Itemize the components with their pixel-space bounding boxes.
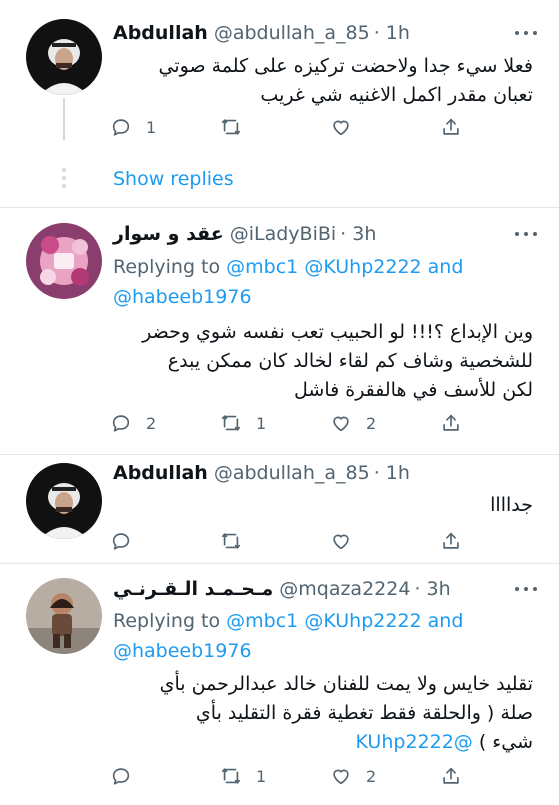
like-icon	[333, 416, 349, 432]
tweet-mqaza2224[interactable]: مـحـمـد الـقـرنـي @mqaza2224 · 3h Replyi…	[0, 564, 559, 805]
like-count: 2	[366, 766, 377, 786]
replying-to-line: Replying to @mbc1 @KUhp2222 and	[113, 606, 539, 636]
tweet-abdullah-1[interactable]: Abdullah @abdullah_a_85 · 1h فعلا سيء جد…	[0, 0, 559, 208]
handle[interactable]: @mqaza2224	[279, 578, 410, 600]
more-replies-dots	[62, 168, 66, 192]
tweet-text-line: لكن للأسف في هالفقرة فاشل	[294, 379, 533, 401]
tweet-header: عقد و سوار @iLadyBiBi · 3h	[113, 221, 539, 247]
tweet-text-line: وين الإبداع ؟!!! لو الحبيب تعب نفسه شوي …	[142, 321, 533, 343]
tweet-header: Abdullah @abdullah_a_85 · 1h	[113, 20, 539, 46]
reply-count: 1	[146, 117, 157, 137]
replying-to-line: Replying to @mbc1 @KUhp2222 and	[113, 252, 539, 282]
avatar[interactable]	[26, 463, 102, 539]
replying-to-mention[interactable]: @habeeb1976	[113, 636, 539, 666]
replying-to: Replying to @mbc1 @KUhp2222 and @habeeb1…	[113, 252, 539, 312]
like-icon	[333, 120, 349, 136]
tweet-iladybibi[interactable]: عقد و سوار @iLadyBiBi · 3h Replying to @…	[0, 208, 559, 455]
reply-icon	[112, 768, 130, 785]
like-icon	[333, 534, 349, 550]
replying-to-label: Replying to	[113, 256, 221, 278]
tweet-header: Abdullah @abdullah_a_85 · 1h	[113, 460, 539, 486]
tweet-text-line: شيء ) @KUhp2222	[112, 728, 533, 757]
show-replies-link[interactable]: Show replies	[113, 168, 234, 190]
reply-button[interactable]: 1	[110, 113, 156, 141]
tweet-text-line: للشخصية وشاف كم لقاء لخالد كان ممكن يبدع	[167, 350, 533, 372]
handle[interactable]: @iLadyBiBi	[230, 223, 336, 245]
timestamp[interactable]: · 1h	[374, 22, 410, 44]
tweet-actions: 2 1 2	[110, 409, 470, 437]
more-icon[interactable]	[515, 230, 537, 238]
display-name[interactable]: Abdullah	[113, 462, 208, 484]
like-button[interactable]: 2	[330, 409, 376, 437]
reply-count: 2	[146, 413, 157, 433]
like-button[interactable]: 2	[330, 762, 376, 790]
tweet-text: وين الإبداع ؟!!! لو الحبيب تعب نفسه شوي …	[112, 318, 533, 405]
timestamp[interactable]: · 3h	[340, 223, 376, 245]
timestamp[interactable]: · 3h	[414, 578, 450, 600]
reply-icon	[112, 415, 130, 432]
tweet-actions: 1	[110, 113, 470, 141]
tweet-abdullah-2[interactable]: Abdullah @abdullah_a_85 · 1h جداااا	[0, 455, 559, 564]
share-icon	[443, 118, 459, 135]
like-button[interactable]	[330, 113, 366, 141]
tweet-actions: 1 2	[110, 762, 470, 790]
handle[interactable]: @abdullah_a_85	[214, 22, 370, 44]
retweet-icon	[221, 415, 241, 431]
more-icon[interactable]	[515, 29, 537, 37]
replying-to-mentions[interactable]: @mbc1 @KUhp2222 and	[226, 256, 463, 278]
tweet-text: تقليد خايس ولا يمت للفنان خالد عبدالرحمن…	[112, 670, 533, 757]
handle[interactable]: @abdullah_a_85	[214, 462, 370, 484]
share-icon	[443, 414, 459, 431]
tweet-text: جداااا	[112, 491, 533, 520]
retweet-button[interactable]: 1	[220, 762, 266, 790]
retweet-count: 1	[256, 413, 267, 433]
like-button[interactable]	[330, 527, 366, 555]
reply-button[interactable]: 2	[110, 409, 156, 437]
reply-icon	[112, 119, 130, 136]
reply-button[interactable]	[110, 527, 146, 555]
share-icon	[443, 532, 459, 549]
share-button[interactable]	[440, 409, 462, 437]
tweet-header: مـحـمـد الـقـرنـي @mqaza2224 · 3h	[113, 576, 539, 602]
tweet-text: فعلا سيء جدا ولاحضت تركيزه على كلمة صوتي…	[112, 52, 533, 110]
replying-to-mentions[interactable]: @mbc1 @KUhp2222 and	[226, 610, 463, 632]
tweet-text-line: جداااا	[490, 494, 533, 516]
replying-to-label: Replying to	[113, 610, 221, 632]
share-button[interactable]	[440, 113, 462, 141]
share-button[interactable]	[440, 527, 462, 555]
avatar[interactable]	[26, 19, 102, 95]
tweet-text-line: فعلا سيء جدا ولاحضت تركيزه على كلمة صوتي	[158, 55, 533, 77]
tweet-text-segment: شيء )	[478, 731, 533, 753]
tweet-mention[interactable]: @KUhp2222	[355, 731, 472, 753]
share-icon	[443, 767, 459, 784]
retweet-icon	[221, 533, 241, 549]
tweet-text-line: صلة ( والحلقة فقط تغطية فقرة التقليد بأي	[195, 702, 533, 724]
reply-button[interactable]	[110, 762, 146, 790]
display-name[interactable]: Abdullah	[113, 22, 208, 44]
tweet-actions	[110, 527, 470, 555]
retweet-button[interactable]: 1	[220, 409, 266, 437]
more-icon[interactable]	[515, 585, 537, 593]
thread-line	[63, 98, 65, 140]
timestamp[interactable]: · 1h	[374, 462, 410, 484]
tweet-text-line: تعبان مقدر اكمل الاغنيه شي غريب	[260, 84, 533, 106]
display-name[interactable]: عقد و سوار	[113, 223, 224, 245]
retweet-button[interactable]	[220, 527, 256, 555]
replying-to: Replying to @mbc1 @KUhp2222 and @habeeb1…	[113, 606, 539, 666]
retweet-count: 1	[256, 766, 267, 786]
retweet-button[interactable]	[220, 113, 256, 141]
like-icon	[333, 769, 349, 785]
share-button[interactable]	[440, 762, 462, 790]
avatar[interactable]	[26, 578, 102, 654]
replying-to-mention[interactable]: @habeeb1976	[113, 282, 539, 312]
avatar[interactable]	[26, 223, 102, 299]
like-count: 2	[366, 413, 377, 433]
tweet-text-line: تقليد خايس ولا يمت للفنان خالد عبدالرحمن…	[159, 673, 533, 695]
retweet-icon	[221, 768, 241, 784]
display-name[interactable]: مـحـمـد الـقـرنـي	[113, 578, 273, 600]
retweet-icon	[221, 119, 241, 135]
reply-icon	[112, 533, 130, 550]
